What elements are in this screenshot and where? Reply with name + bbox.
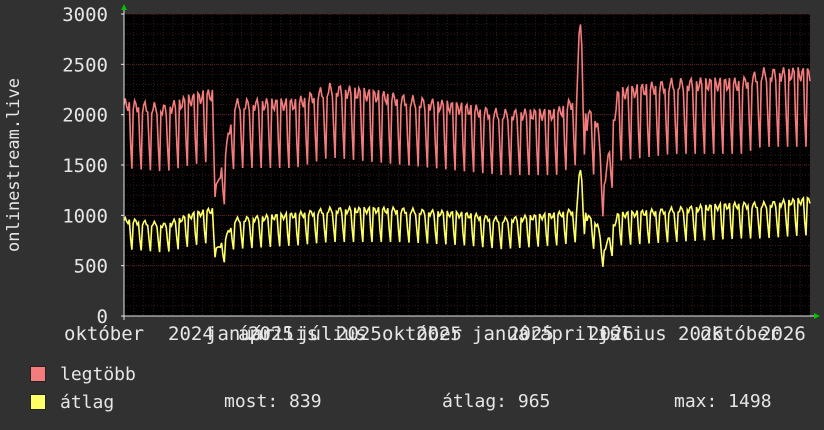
legend-max-swatch [30, 366, 46, 382]
x-tick-label: július [598, 323, 667, 345]
y-tick-label: 3000 [62, 4, 108, 26]
legend-avg-row: átlag most: 839 átlag: 965 max: 1498 [30, 391, 820, 413]
stat-atlag: átlag: 965 [442, 391, 551, 412]
stat-most: most: 839 [224, 391, 322, 412]
y-tick-label: 2000 [62, 105, 108, 127]
legend-avg-label: átlag [60, 391, 115, 413]
legend-avg-swatch [30, 394, 46, 410]
x-tick-label: 2025 [416, 323, 462, 345]
y-axis-label: onlinestream.live [4, 78, 24, 252]
stat-max: max: 1498 [674, 391, 772, 412]
chart-area: 0 500 1000 1500 2000 2500 3000 október 2024 januá… [0, 0, 824, 345]
y-tick-label: 1500 [62, 155, 108, 177]
y-tick-label: 500 [74, 256, 108, 278]
legend-max-label: legtöbb [60, 363, 136, 385]
x-tick-label: október [64, 323, 144, 345]
x-axis-arrow [814, 313, 820, 319]
x-tick-label: 2025 [336, 323, 382, 345]
x-tick-label: 2025 [248, 323, 294, 345]
y-tick-label: 2500 [62, 54, 108, 76]
y-tick-label: 1000 [62, 205, 108, 227]
y-axis-arrow [121, 4, 127, 10]
legend-max-row: legtöbb [30, 363, 210, 385]
chart-svg: 050010001500200025003000október 2024januá… [62, 4, 820, 345]
x-tick-label: 2026 [760, 323, 806, 345]
